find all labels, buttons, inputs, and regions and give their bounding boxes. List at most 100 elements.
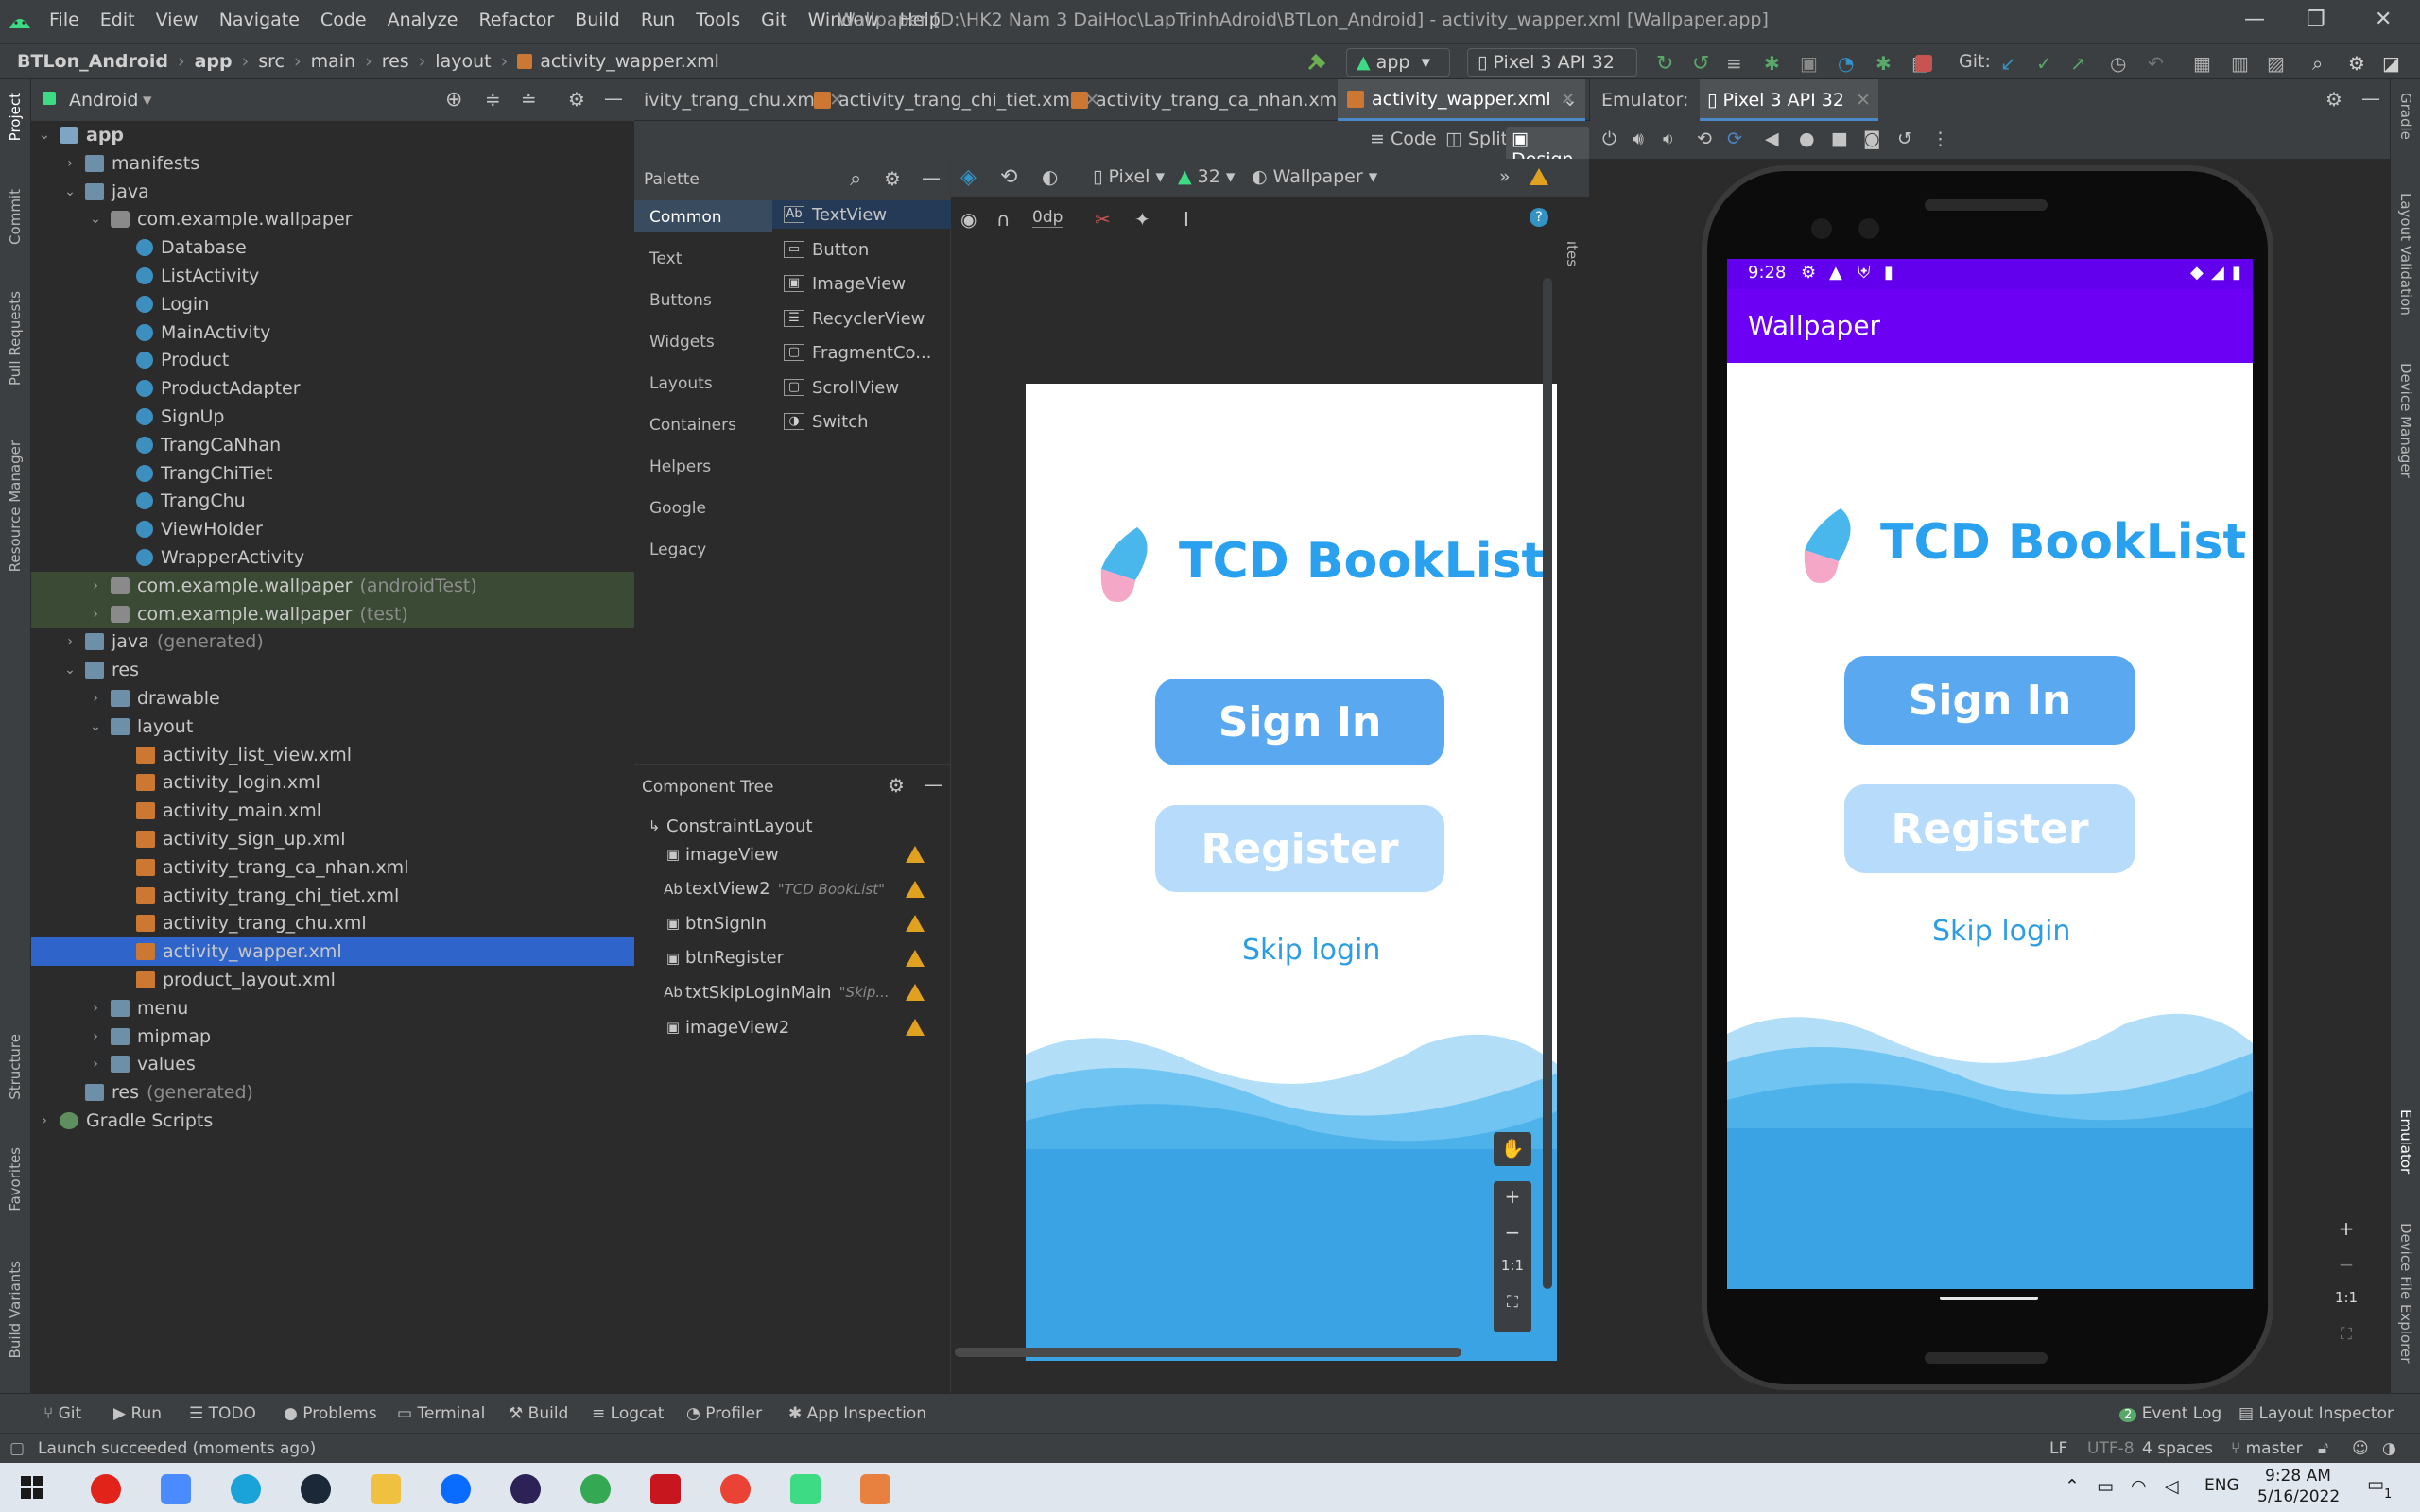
- status-message[interactable]: Launch succeeded (moments ago): [38, 1439, 316, 1458]
- tree-item[interactable]: res (generated): [31, 1078, 634, 1107]
- tab-pixel-3-api-32[interactable]: ▯ Pixel 3 API 32 ✕: [1700, 79, 1878, 121]
- component-item[interactable]: Ab txtSkipLoginMain "Skip...: [634, 978, 951, 1006]
- line-separator[interactable]: LF: [2049, 1439, 2067, 1458]
- palette-category-common[interactable]: Common: [634, 200, 772, 232]
- warning-icon[interactable]: [906, 949, 925, 967]
- palette-category-legacy[interactable]: Legacy: [634, 533, 772, 565]
- tree-item[interactable]: › values: [31, 1050, 634, 1078]
- history-icon[interactable]: ◷: [2110, 52, 2131, 75]
- gear-icon[interactable]: ⚙: [2325, 88, 2342, 111]
- overview-icon[interactable]: ■: [1831, 129, 1848, 149]
- tree-item[interactable]: › com.example.wallpaper (test): [31, 599, 634, 628]
- file-encoding[interactable]: UTF-8: [2087, 1439, 2135, 1458]
- breadcrumb-item[interactable]: BTLon_Android: [17, 51, 168, 72]
- menu-view[interactable]: View: [156, 9, 199, 30]
- zoom-in-icon[interactable]: +: [2327, 1217, 2365, 1253]
- vertical-scrollbar[interactable]: [1543, 278, 1552, 1289]
- tree-item[interactable]: TrangChu: [31, 487, 634, 515]
- hide-panel-icon[interactable]: —: [924, 773, 942, 796]
- tree-item[interactable]: ⌄ layout: [31, 713, 634, 741]
- menu-refactor[interactable]: Refactor: [478, 9, 554, 30]
- chevron-right-icon[interactable]: ›: [88, 691, 103, 706]
- logcat-tool-button[interactable]: ≡ Logcat: [592, 1404, 664, 1423]
- volume-down-icon[interactable]: 🔉︎: [1663, 129, 1674, 149]
- chrome-icon[interactable]: [580, 1474, 611, 1504]
- git-branch[interactable]: ⑂ master: [2231, 1439, 2303, 1458]
- component-item[interactable]: ▣ btnRegister: [634, 944, 951, 972]
- chevron-down-icon[interactable]: ⌄: [62, 184, 78, 199]
- component-item[interactable]: ▣ imageView2: [634, 1013, 951, 1041]
- zoom-fit-icon[interactable]: ⛶: [2327, 1325, 2365, 1361]
- warning-icon[interactable]: [906, 880, 925, 898]
- tree-item[interactable]: › manifests: [31, 149, 634, 178]
- chevron-down-icon[interactable]: ⌄: [1563, 90, 1578, 111]
- git-commit-icon[interactable]: ✓: [2036, 52, 2057, 75]
- gear-icon[interactable]: ⚙: [888, 774, 905, 797]
- search-icon[interactable]: ⌕: [850, 167, 861, 191]
- hide-panel-icon[interactable]: —: [2361, 87, 2380, 110]
- breadcrumb-item[interactable]: activity_wapper.xml: [540, 51, 719, 72]
- chevron-down-icon[interactable]: ⌄: [37, 128, 52, 143]
- menu-navigate[interactable]: Navigate: [219, 9, 300, 30]
- sign-in-button[interactable]: Sign In: [1844, 656, 2135, 745]
- sdk-manager-icon[interactable]: ▨: [2267, 52, 2288, 75]
- tree-item[interactable]: › mipmap: [31, 1022, 634, 1051]
- terminal-tool-button[interactable]: ▭ Terminal: [397, 1404, 485, 1423]
- profile-icon[interactable]: ◔: [1838, 52, 1858, 75]
- infer-constraints-icon[interactable]: ✦: [1134, 208, 1150, 231]
- clock-date[interactable]: 5/16/2022: [2257, 1487, 2340, 1506]
- attach-debugger-icon[interactable]: ▣: [1800, 52, 1821, 75]
- debug-run-icon[interactable]: ≡: [1726, 52, 1747, 75]
- rollback-icon[interactable]: ↶: [2148, 52, 2169, 75]
- zoom-out-icon[interactable]: −: [1494, 1221, 1531, 1257]
- tree-item[interactable]: ⌄ res: [31, 656, 634, 684]
- tree-item[interactable]: product_layout.xml: [31, 966, 634, 994]
- breadcrumb-item[interactable]: src: [258, 51, 285, 72]
- hide-panel-icon[interactable]: —: [604, 87, 623, 110]
- device-preview-select[interactable]: ▯ Pixel ▾: [1093, 166, 1165, 187]
- tree-item[interactable]: activity_trang_ca_nhan.xml: [31, 853, 634, 882]
- tree-item[interactable]: activity_wapper.xml: [31, 937, 634, 967]
- assistant-icon[interactable]: ◪: [2382, 52, 2403, 75]
- emulator-screen[interactable]: 9:28 ⚙ ▲ ⛨ ▮ ◆ ◢ ▮ Wallpaper TCD BookLis…: [1727, 259, 2253, 1289]
- tab-activity-trang-ca-nhan[interactable]: activity_trang_ca_nhan.xml✕: [1062, 79, 1375, 121]
- palette-item-button[interactable]: ▭ Button: [772, 235, 951, 264]
- sign-in-button[interactable]: Sign In: [1155, 679, 1444, 765]
- rotate-right-icon[interactable]: ⟳: [1727, 129, 1742, 149]
- tree-item[interactable]: ViewHolder: [31, 515, 634, 543]
- menu-tools[interactable]: Tools: [696, 9, 740, 30]
- android-studio-taskbar-icon[interactable]: [790, 1474, 821, 1504]
- tree-item[interactable]: activity_sign_up.xml: [31, 825, 634, 853]
- warning-icon[interactable]: [906, 984, 925, 1002]
- palette-item-textview[interactable]: Ab TextView: [772, 200, 951, 229]
- apply-code-changes-icon[interactable]: ↺: [1692, 52, 1713, 76]
- layers-icon[interactable]: ◈: [960, 165, 977, 189]
- warning-icon[interactable]: [906, 846, 925, 863]
- breadcrumb-item[interactable]: res: [382, 51, 409, 72]
- chevron-right-icon[interactable]: ›: [88, 1057, 103, 1072]
- gear-icon[interactable]: ⚙: [568, 88, 585, 111]
- screenshot-icon[interactable]: ◙: [1863, 129, 1880, 149]
- breadcrumb-item[interactable]: layout: [435, 51, 491, 72]
- chevron-right-icon[interactable]: ›: [37, 1113, 52, 1128]
- gear-icon[interactable]: ⚙: [2348, 52, 2369, 75]
- tree-item[interactable]: ⌄ java: [31, 178, 634, 206]
- help-icon[interactable]: ?: [1530, 208, 1548, 227]
- chevron-right-icon[interactable]: ›: [62, 156, 78, 171]
- volume-icon[interactable]: ◁: [2165, 1476, 2179, 1497]
- favorites-tool-tab[interactable]: Favorites: [7, 1147, 24, 1211]
- menu-code[interactable]: Code: [320, 9, 367, 30]
- palette-category-helpers[interactable]: Helpers: [634, 450, 772, 482]
- lock-icon[interactable]: 🔓︎: [2318, 1439, 2328, 1458]
- menu-edit[interactable]: Edit: [100, 9, 135, 30]
- tab-activity-wapper[interactable]: activity_wapper.xml ✕: [1338, 79, 1585, 121]
- indent-setting[interactable]: 4 spaces: [2142, 1439, 2213, 1458]
- pan-icon[interactable]: ✋: [1494, 1132, 1531, 1166]
- profiler-tool-button[interactable]: ◔ Profiler: [686, 1404, 762, 1423]
- structure-tool-tab[interactable]: Structure: [7, 1034, 24, 1100]
- component-root[interactable]: ↳ ConstraintLayout: [634, 812, 951, 840]
- more-options-icon[interactable]: ⋮: [1931, 129, 1949, 149]
- split-mode-button[interactable]: ◫ Split: [1440, 127, 1513, 151]
- chevron-down-icon[interactable]: ▾: [143, 90, 152, 111]
- chevron-right-icon[interactable]: ›: [88, 1001, 103, 1016]
